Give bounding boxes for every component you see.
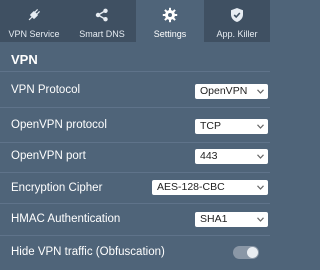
tab-label: VPN Service: [8, 29, 60, 39]
share-icon: [93, 6, 111, 24]
openvpn-port-value: 443: [200, 150, 218, 162]
encryption-cipher-select[interactable]: AES-128-CBC: [152, 180, 268, 195]
section-title: VPN: [11, 52, 38, 67]
vpn-protocol-label: VPN Protocol: [11, 84, 81, 96]
tab-label: App. Killer: [216, 29, 258, 39]
divider: [0, 235, 270, 236]
toggle-knob: [247, 247, 258, 258]
tab-smart-dns[interactable]: Smart DNS: [68, 0, 136, 42]
chevron-down-icon: [257, 119, 264, 134]
tab-app-killer[interactable]: App. Killer: [204, 0, 270, 42]
encryption-cipher-value: AES-128-CBC: [157, 181, 225, 193]
tab-bar: VPN Service Smart DNS Settings App. Kill…: [0, 0, 270, 42]
obfuscation-toggle[interactable]: [233, 246, 259, 259]
hmac-auth-label: HMAC Authentication: [11, 213, 121, 225]
tab-vpn-service[interactable]: VPN Service: [0, 0, 68, 42]
tab-label: Settings: [153, 29, 187, 39]
vpn-protocol-select[interactable]: OpenVPN: [195, 84, 268, 99]
openvpn-protocol-label: OpenVPN protocol: [11, 119, 107, 131]
chevron-down-icon: [257, 212, 264, 227]
tab-settings[interactable]: Settings: [136, 0, 204, 42]
hmac-auth-value: SHA1: [200, 213, 228, 225]
encryption-cipher-label: Encryption Cipher: [11, 182, 103, 194]
chevron-down-icon: [257, 84, 264, 99]
openvpn-protocol-value: TCP: [200, 120, 221, 132]
divider: [0, 203, 270, 204]
openvpn-port-select[interactable]: 443: [195, 149, 268, 164]
shield-icon: [228, 6, 246, 24]
openvpn-protocol-select[interactable]: TCP: [195, 119, 268, 134]
hide-traffic-label: Hide VPN traffic (Obfuscation): [11, 246, 165, 258]
hmac-auth-select[interactable]: SHA1: [195, 212, 268, 227]
divider: [0, 172, 270, 173]
chevron-down-icon: [257, 149, 264, 164]
plug-icon: [25, 6, 43, 24]
tab-label: Smart DNS: [79, 29, 125, 39]
chevron-down-icon: [257, 180, 264, 195]
openvpn-port-label: OpenVPN port: [11, 150, 86, 162]
divider: [0, 71, 270, 72]
vpn-protocol-value: OpenVPN: [200, 85, 248, 97]
divider: [0, 107, 270, 108]
gear-icon: [161, 6, 179, 24]
divider: [0, 142, 270, 143]
